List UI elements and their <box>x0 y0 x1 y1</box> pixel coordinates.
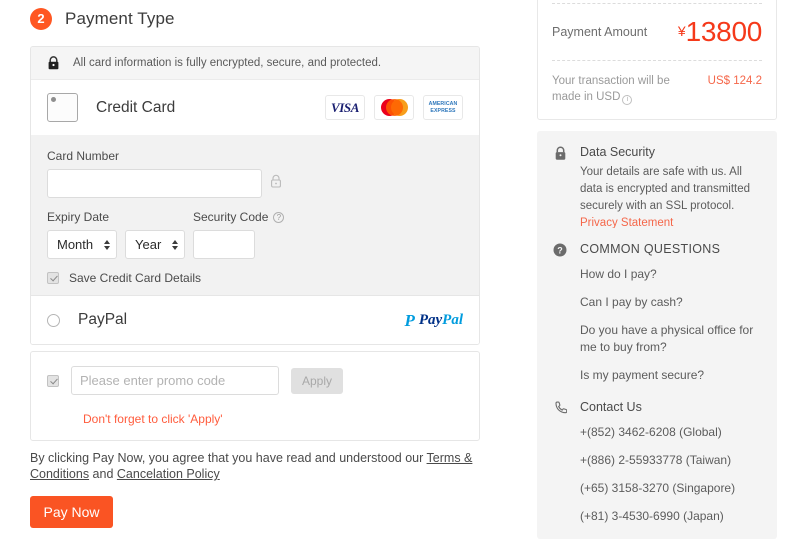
common-questions-panel: ? COMMON QUESTIONS How do I pay? Can I p… <box>537 228 777 539</box>
terms-middle: and <box>89 467 117 481</box>
visa-label: VISA <box>331 100 359 116</box>
promo-code-input[interactable] <box>71 366 279 395</box>
lock-icon <box>552 145 568 161</box>
apply-promo-button[interactable]: Apply <box>291 368 343 394</box>
contact-number: (+81) 3-4530-6990 (Japan) <box>580 508 761 525</box>
contact-number: +(886) 2-55933778 (Taiwan) <box>580 452 761 469</box>
expiry-year-select[interactable]: Year <box>125 230 185 259</box>
promo-code-card: Apply Don't forget to click 'Apply' <box>30 351 480 441</box>
payment-method-paypal[interactable]: PayPal P PayPal <box>31 296 479 344</box>
data-security-title: Data Security <box>580 145 655 159</box>
usd-conversion-row: Your transaction will be made in USDi US… <box>552 61 762 119</box>
cancelation-policy-link[interactable]: Cancelation Policy <box>117 467 220 481</box>
question-item[interactable]: How do I pay? <box>580 266 761 283</box>
question-circle-icon: ? <box>552 242 568 257</box>
payment-method-card: All card information is fully encrypted,… <box>30 46 480 345</box>
lock-icon <box>47 56 60 70</box>
page-title: Payment Type <box>65 9 175 29</box>
radio-credit-card[interactable] <box>47 93 78 122</box>
contact-header: Contact Us <box>552 400 761 415</box>
terms-text: By clicking Pay Now, you agree that you … <box>30 450 478 482</box>
amex-label: AMERICAN EXPRESS <box>424 101 462 114</box>
card-number-label: Card Number <box>47 149 463 163</box>
security-code-group: Security Code ? <box>193 210 343 259</box>
contact-number: +(852) 3462-6208 (Global) <box>580 424 761 441</box>
paypal-label: PayPal <box>78 311 127 329</box>
question-mark-icon[interactable]: ? <box>273 212 284 223</box>
lock-outline-icon <box>270 174 282 193</box>
expiry-month-value: Month <box>57 237 93 252</box>
credit-card-left: Credit Card <box>47 93 175 122</box>
save-card-row[interactable]: Save Credit Card Details <box>47 271 463 285</box>
question-item[interactable]: Do you have a physical office for me to … <box>580 322 761 356</box>
payment-method-credit-card[interactable]: Credit Card VISA AMERICAN EXPRESS <box>31 80 479 135</box>
save-card-label: Save Credit Card Details <box>69 271 201 285</box>
security-code-label: Security Code <box>193 210 268 224</box>
question-item[interactable]: Is my payment secure? <box>580 367 761 384</box>
encryption-notice: All card information is fully encrypted,… <box>31 47 479 80</box>
payment-amount-label: Payment Amount <box>552 25 647 39</box>
section-header: 2 Payment Type <box>30 8 175 30</box>
visa-icon: VISA <box>325 95 365 120</box>
paypal-left: PayPal <box>47 311 127 329</box>
common-questions-title: COMMON QUESTIONS <box>580 242 720 256</box>
contact-numbers-list: +(852) 3462-6208 (Global) +(886) 2-55933… <box>552 424 761 525</box>
chevron-updown-icon <box>172 240 178 250</box>
payment-form-column: 2 Payment Type All card information is f… <box>0 0 510 544</box>
common-questions-header: ? COMMON QUESTIONS <box>552 242 761 257</box>
step-number-badge: 2 <box>30 8 52 30</box>
question-item[interactable]: Can I pay by cash? <box>580 294 761 311</box>
common-questions-list: How do I pay? Can I pay by cash? Do you … <box>552 266 761 384</box>
security-code-input[interactable] <box>193 230 255 259</box>
payment-number: 13800 <box>686 16 762 47</box>
expiry-month-select[interactable]: Month <box>47 230 117 259</box>
card-number-input[interactable] <box>47 169 262 198</box>
data-security-body: Your details are safe with us. All data … <box>552 164 761 232</box>
radio-paypal[interactable] <box>47 314 60 327</box>
contact-title: Contact Us <box>580 400 642 414</box>
usd-note-text: Your transaction will be made in USD <box>552 75 670 103</box>
expiry-security-row: Expiry Date Month Year <box>47 210 463 259</box>
credit-card-label: Credit Card <box>96 99 175 117</box>
checkout-page: 2 Payment Type All card information is f… <box>0 0 800 544</box>
info-icon[interactable]: i <box>622 95 632 105</box>
promo-checkbox[interactable] <box>47 375 59 387</box>
contact-number: (+65) 3158-3270 (Singapore) <box>580 480 761 497</box>
expiry-date-label: Expiry Date <box>47 210 193 224</box>
terms-prefix: By clicking Pay Now, you agree that you … <box>30 451 427 465</box>
card-brand-logos: VISA AMERICAN EXPRESS <box>325 95 463 120</box>
credit-card-form: Card Number Expiry Date <box>31 135 479 295</box>
payment-summary-card: Total ¥ 13800 Payment Amount ¥13800 Your… <box>537 0 777 120</box>
paypal-logo-text-a: Pay <box>419 312 442 328</box>
payment-amount-value: ¥13800 <box>678 18 762 46</box>
paypal-logo-text-b: Pal <box>442 312 463 328</box>
promo-warning-text: Don't forget to click 'Apply' <box>83 412 463 426</box>
data-security-text: Your details are safe with us. All data … <box>580 166 750 212</box>
payment-amount-row: Payment Amount ¥13800 <box>552 4 762 60</box>
save-card-checkbox[interactable] <box>47 272 59 284</box>
mastercard-icon <box>374 95 414 120</box>
pay-now-button[interactable]: Pay Now <box>30 496 113 528</box>
phone-icon <box>552 400 568 415</box>
chevron-updown-icon <box>104 240 110 250</box>
amex-icon: AMERICAN EXPRESS <box>423 95 463 120</box>
card-number-row <box>47 169 463 198</box>
paypal-mark: P <box>404 312 414 329</box>
promo-code-row: Apply <box>47 366 463 395</box>
paypal-icon: P PayPal <box>404 312 463 329</box>
payment-currency: ¥ <box>678 23 686 39</box>
encryption-notice-text: All card information is fully encrypted,… <box>73 57 381 69</box>
usd-note: Your transaction will be made in USDi <box>552 73 692 105</box>
expiry-year-value: Year <box>135 237 161 252</box>
data-security-header: Data Security <box>552 145 761 161</box>
usd-value: US$ 124.2 <box>708 75 762 87</box>
expiry-group: Expiry Date Month Year <box>47 210 193 259</box>
svg-text:?: ? <box>557 245 563 255</box>
